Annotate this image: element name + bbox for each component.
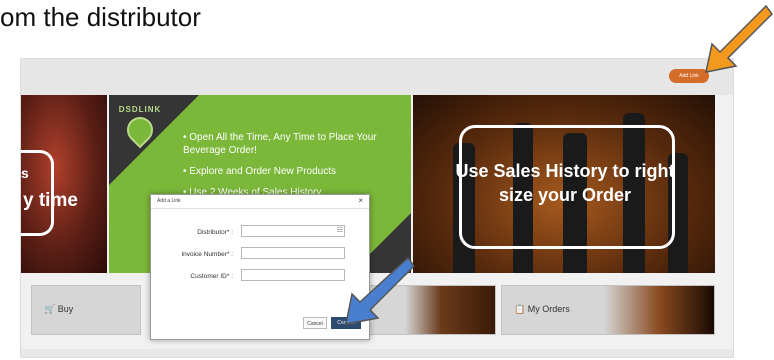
banner-left-text: y time [23, 190, 78, 211]
list-icon[interactable]: ☷ [337, 226, 343, 234]
logo-text: DSDLINK [118, 105, 162, 114]
banner-left: s y time [21, 95, 107, 273]
distributor-label: Distributor* : [197, 229, 233, 236]
banner-bullet: • Open All the Time, Any Time to Place Y… [183, 132, 377, 156]
orange-arrow-icon [705, 4, 773, 73]
banner-right-text: Use Sales History to right size your Ord… [455, 161, 675, 205]
distributor-row: Distributor* : ☷ [151, 225, 369, 241]
customer-row: Customer ID* : [151, 269, 369, 285]
my-orders-card-label: 📋 My Orders [514, 304, 570, 314]
location-pin-icon [121, 111, 159, 149]
invoice-number-field[interactable] [241, 247, 345, 259]
cart-icon: 🛒 [44, 304, 56, 314]
close-icon[interactable]: × [358, 196, 363, 205]
orders-icon: 📋 [514, 304, 526, 314]
dialog-divider [151, 208, 369, 209]
distributor-field[interactable] [241, 225, 345, 237]
customer-id-field[interactable] [241, 269, 345, 281]
dialog-title: Add a Link [157, 198, 181, 204]
my-orders-card[interactable]: 📋 My Orders [501, 285, 715, 335]
invoice-label: Invoice Number* : [181, 251, 233, 258]
dsdlink-logo: DSDLINK [115, 105, 165, 149]
buy-card[interactable]: 🛒 Buy [31, 285, 141, 335]
invoice-row: Invoice Number* : [151, 247, 369, 263]
customer-label: Customer ID* : [190, 273, 233, 280]
wine-barrel-image [405, 286, 495, 334]
add-link-dialog: Add a Link × Distributor* : ☷ Invoice Nu… [150, 194, 370, 340]
banner-bullet: • Explore and Order New Products [183, 166, 337, 177]
drink-image [604, 286, 714, 334]
buy-card-label: 🛒 Buy [44, 304, 74, 314]
banner-right: Use Sales History to right size your Ord… [413, 95, 715, 273]
top-bar: Add Link [21, 59, 733, 95]
footer-strip [21, 349, 733, 357]
blue-arrow-icon [345, 256, 415, 325]
caption-text: om the distributor [0, 2, 201, 32]
cancel-button[interactable]: Cancel [303, 317, 327, 329]
